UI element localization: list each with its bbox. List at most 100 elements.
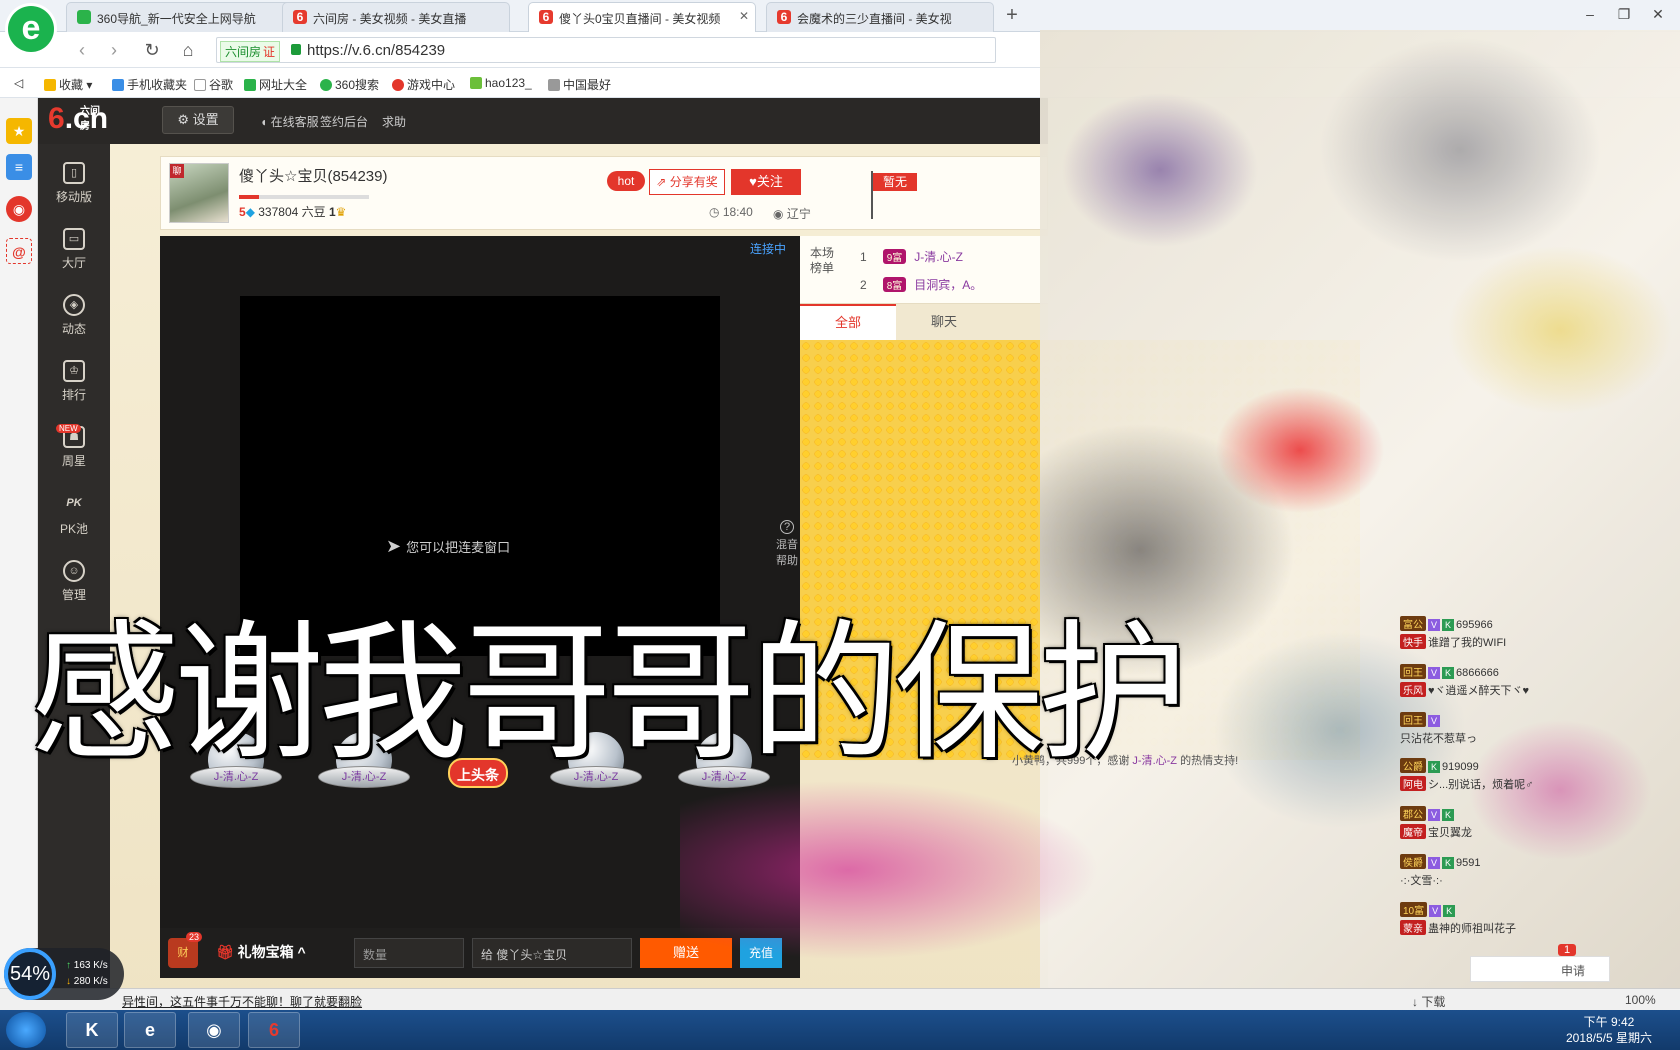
search-icon (320, 79, 332, 91)
home-icon[interactable]: ⌂ (176, 40, 200, 61)
game-icon (392, 79, 404, 91)
bookmark-mobile[interactable]: 手机收藏夹 (112, 76, 187, 93)
nav-pk[interactable]: PK PK池 (38, 494, 110, 537)
list-item[interactable]: 回王 V 只沾花不惹草っ (1400, 712, 1610, 746)
browser-sidebar: ★ ≡ ◉ @ (0, 98, 38, 1008)
bookmark-games[interactable]: 游戏中心 (392, 76, 455, 93)
bookmark-google[interactable]: 谷歌 (194, 76, 233, 93)
nav-mobile[interactable]: ▯ 移动版 (38, 162, 110, 205)
chat-list: 富公 V K 695966 快手 谁蹭了我的WIFI 回王 V K 6866666 乐风 ♥ヾ逍遥メ… (1400, 560, 1610, 960)
k-icon: K (1442, 857, 1454, 869)
heart-icon: ♥ (749, 174, 757, 189)
recipient-select[interactable]: 给 傻丫头☆宝贝 (472, 938, 632, 968)
apply-button[interactable]: 申请 (1470, 956, 1610, 982)
follow-button[interactable]: ♥关注 (731, 169, 801, 195)
tab-chat[interactable]: 聊天 (896, 304, 992, 340)
upload-speed: ↑ 163 K/s (66, 960, 108, 971)
list-item[interactable]: 郡公 V K 魔帝 宝贝翼龙 (1400, 806, 1610, 840)
site-logo[interactable]: 6.cn 六间房 (48, 102, 108, 136)
sidebar-toggle-icon[interactable]: ◁ (14, 76, 23, 90)
level-progress (239, 195, 369, 199)
gift-box-button[interactable]: 🎁︎ 礼物宝箱 ^ (216, 942, 306, 962)
6cn-icon: 6 (539, 10, 553, 24)
star-icon[interactable]: ★ (6, 118, 32, 144)
star-icon (44, 79, 56, 91)
taskbar: K e ◉ 6 下午 9:42 2018/5/5 星期六 (0, 1010, 1680, 1050)
anchor-avatar[interactable]: 聊 (169, 163, 229, 223)
nav-rank[interactable]: ♔ 排行 (38, 360, 110, 403)
rank-row[interactable]: 1 9富 J-清.心-Z (860, 248, 963, 265)
site-verified-tag[interactable]: 六间房证 (220, 41, 281, 62)
bookmark-360search[interactable]: 360搜索 (320, 76, 379, 93)
link-help[interactable]: 求助 (382, 113, 406, 130)
share-button[interactable]: ⇗ 分享有奖 (649, 169, 725, 195)
vip-icon: V (1428, 667, 1440, 679)
taskbar-app-k[interactable]: K (66, 1012, 118, 1048)
down-arrow-icon: ↓ (66, 976, 74, 987)
wealth-button[interactable]: 财 (168, 938, 198, 968)
forward-icon[interactable]: › (102, 40, 126, 61)
back-icon[interactable]: ‹ (70, 40, 94, 61)
lock-icon (291, 44, 301, 55)
mix-help-button[interactable]: ? 混音帮助 (772, 520, 802, 568)
bookmark-favorites[interactable]: 收藏 ▾ (44, 76, 92, 93)
list-item[interactable]: 10富 V K 蒙亲 蛊神的师祖叫花子 (1400, 902, 1610, 936)
link-sign-backend[interactable]: 签约后台 (320, 113, 368, 130)
rank-row[interactable]: 2 8富 目洞宾，A。 (860, 276, 982, 293)
tab-magic-room[interactable]: 6 会魔术的三少直播间 - 美女视 (766, 2, 994, 32)
vip-icon: V (1429, 905, 1442, 917)
tab-live-room[interactable]: 6 傻丫头0宝贝直播间 - 美女视频 ✕ (528, 2, 756, 33)
maximize-icon[interactable]: ❐ (1614, 6, 1634, 23)
headset-icon: ◖ (260, 115, 271, 129)
anchor-card: 聊 傻丫头☆宝贝(854239) 5◆ 337804 六豆 1♛ hot ⇗ 分… (160, 156, 1048, 230)
zoom-level[interactable]: 100% (1625, 993, 1656, 1007)
bookmark-best[interactable]: 中国最好 (548, 76, 611, 93)
vip-icon: V (1428, 809, 1440, 821)
list-item[interactable]: 公爵 K 919099 阿电 シ...别说话，烦着呢♂ (1400, 758, 1610, 792)
download-speed: ↓ 280 K/s (66, 976, 108, 987)
list-item[interactable]: 侯爵 V K 9591 ·:·文雪·:· (1400, 854, 1610, 888)
compass-icon: ◈ (63, 294, 85, 316)
quantity-input[interactable]: 数量 (354, 938, 464, 968)
weibo-icon[interactable]: ◉ (6, 196, 32, 222)
taskbar-app-browser[interactable]: e (124, 1012, 176, 1048)
close-window-icon[interactable]: ✕ (1648, 6, 1668, 23)
taskbar-app-6cn[interactable]: 6 (248, 1012, 300, 1048)
flag-badge: 暂无 (873, 173, 917, 191)
browser-logo[interactable]: e (8, 6, 54, 52)
taskbar-app-media[interactable]: ◉ (188, 1012, 240, 1048)
help-icon: ? (780, 520, 794, 534)
system-clock[interactable]: 下午 9:42 2018/5/5 星期六 (1544, 1014, 1674, 1046)
hao123-icon (470, 77, 482, 89)
settings-button[interactable]: ⚙ 设置 (162, 106, 234, 134)
bookmark-sites[interactable]: 网址大全 (244, 76, 307, 93)
list-icon[interactable]: ≡ (6, 154, 32, 180)
status-news-link[interactable]: 异性间，这五件事千万不能聊！聊了就要翻脸 (122, 993, 362, 1010)
nav-hall[interactable]: ▭ 大厅 (38, 228, 110, 271)
minimize-icon[interactable]: – (1580, 6, 1600, 22)
mail-icon[interactable]: @ (6, 238, 32, 264)
url-input[interactable]: 六间房证 https://v.6.cn/854239 (216, 37, 996, 63)
start-button[interactable] (6, 1012, 46, 1048)
network-meter[interactable]: 54% ↑ 163 K/s ↓ 280 K/s (4, 948, 124, 1000)
crown-icon: ♛ (335, 205, 347, 219)
tab-360-nav[interactable]: 360导航_新一代安全上网导航 (66, 2, 294, 32)
tab-all[interactable]: 全部 (800, 304, 896, 340)
bookmark-hao123[interactable]: hao123_ (470, 76, 532, 90)
nav-feed[interactable]: ◈ 动态 (38, 294, 110, 337)
page-icon (548, 79, 560, 91)
download-button[interactable]: ↓ 下载 (1412, 993, 1445, 1010)
anchor-beans: 5◆ 337804 六豆 1♛ (239, 205, 347, 219)
gear-icon: ⚙ (177, 112, 193, 127)
rank-title[interactable]: 本场榜单 (810, 246, 840, 276)
close-icon[interactable]: ✕ (739, 9, 749, 23)
list-item[interactable]: 回王 V K 6866666 乐风 ♥ヾ逍遥メ醉天下ヾ♥ (1400, 664, 1610, 698)
hot-badge: hot (607, 171, 645, 191)
video-caption: 感谢我哥哥的保护 (30, 607, 1188, 781)
list-item[interactable]: 富公 V K 695966 快手 谁蹭了我的WIFI (1400, 616, 1610, 650)
gift-icon: 🎁︎ (216, 944, 238, 960)
new-tab-button[interactable]: + (1000, 4, 1024, 28)
tab-6cn-home[interactable]: 6 六间房 - 美女视频 - 美女直播 (282, 2, 510, 32)
link-customer-service[interactable]: ◖ 在线客服 (260, 113, 319, 130)
refresh-icon[interactable]: ↻ (140, 40, 164, 61)
